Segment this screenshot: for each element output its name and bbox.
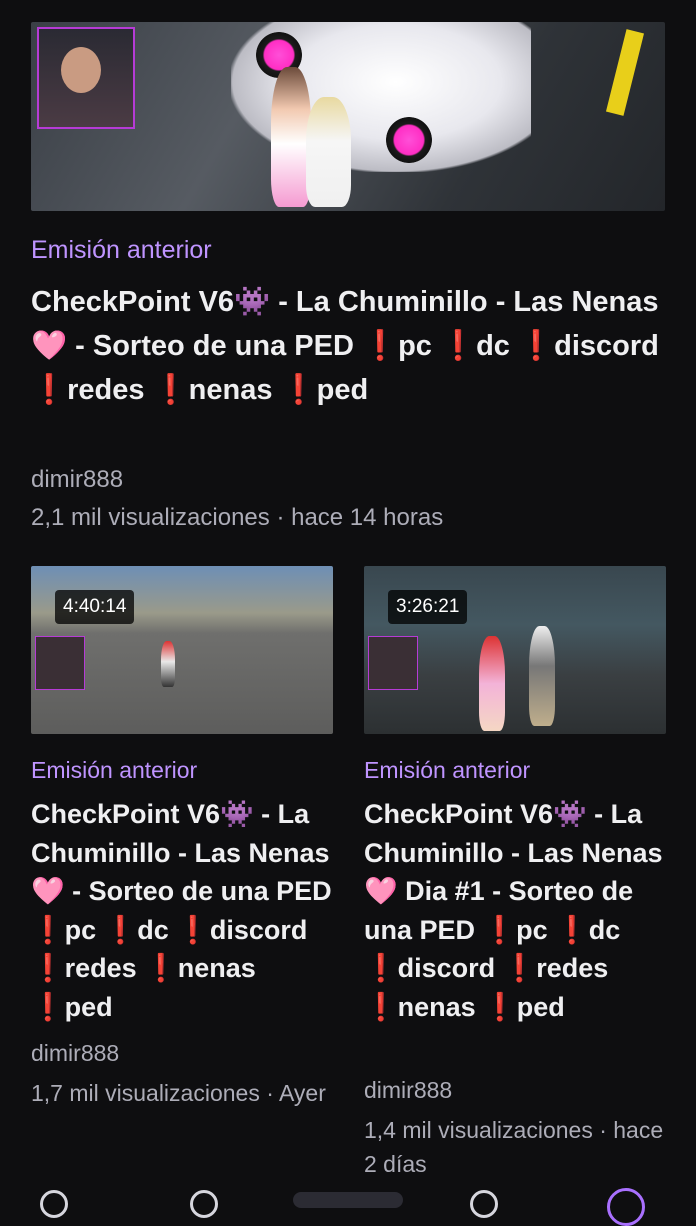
channel-name[interactable]: dimir888 bbox=[31, 466, 123, 494]
video-duration: 3:26:21 bbox=[388, 590, 468, 624]
video-thumbnail[interactable]: 4:40:14 bbox=[31, 566, 333, 734]
video-card[interactable]: 4:40:14 Emisión anterior CheckPoint V6👾 … bbox=[31, 566, 333, 1106]
browse-icon[interactable] bbox=[470, 1190, 498, 1218]
search-icon[interactable] bbox=[190, 1190, 218, 1218]
streamer-webcam bbox=[368, 636, 418, 690]
featured-thumbnail[interactable] bbox=[31, 22, 665, 211]
thumbnail-pole bbox=[605, 29, 645, 116]
past-broadcast-label: Emisión anterior bbox=[31, 236, 212, 264]
home-icon[interactable] bbox=[40, 1190, 68, 1218]
past-broadcast-label: Emisión anterior bbox=[31, 757, 198, 783]
video-title[interactable]: CheckPoint V6👾 - La Chuminillo - Las Nen… bbox=[31, 280, 665, 412]
video-stats: 1,7 mil visualizaciones · Ayer bbox=[31, 1080, 326, 1106]
video-duration: 4:40:14 bbox=[55, 590, 135, 624]
bottom-navigation bbox=[0, 1186, 696, 1226]
video-card[interactable]: 3:26:21 Emisión anterior CheckPoint V6👾 … bbox=[364, 566, 666, 1177]
thumbnail-character bbox=[271, 67, 311, 207]
streamer-webcam bbox=[35, 636, 85, 690]
channel-name[interactable]: dimir888 bbox=[31, 1040, 119, 1067]
video-thumbnail[interactable]: 3:26:21 bbox=[364, 566, 666, 734]
video-title[interactable]: CheckPoint V6👾 - La Chuminillo - Las Nen… bbox=[364, 795, 666, 1026]
video-stats: 1,4 mil visualizaciones · hace 2 días bbox=[364, 1117, 664, 1177]
video-stats: 2,1 mil visualizaciones · hace 14 horas bbox=[31, 504, 444, 531]
channel-name[interactable]: dimir888 bbox=[364, 1077, 452, 1104]
past-broadcast-label: Emisión anterior bbox=[364, 757, 531, 783]
streamer-face bbox=[61, 47, 101, 93]
profile-icon[interactable] bbox=[607, 1188, 645, 1226]
featured-video-card[interactable]: Emisión anterior CheckPoint V6👾 - La Chu… bbox=[31, 22, 665, 531]
following-icon[interactable] bbox=[293, 1192, 403, 1208]
thumbnail-character bbox=[479, 636, 505, 731]
thumbnail-wheel bbox=[386, 117, 432, 163]
streamer-webcam bbox=[37, 27, 135, 129]
video-title[interactable]: CheckPoint V6👾 - La Chuminillo - Las Nen… bbox=[31, 795, 333, 1026]
thumbnail-character bbox=[306, 97, 351, 207]
thumbnail-character bbox=[529, 626, 555, 726]
thumbnail-character bbox=[161, 641, 175, 687]
